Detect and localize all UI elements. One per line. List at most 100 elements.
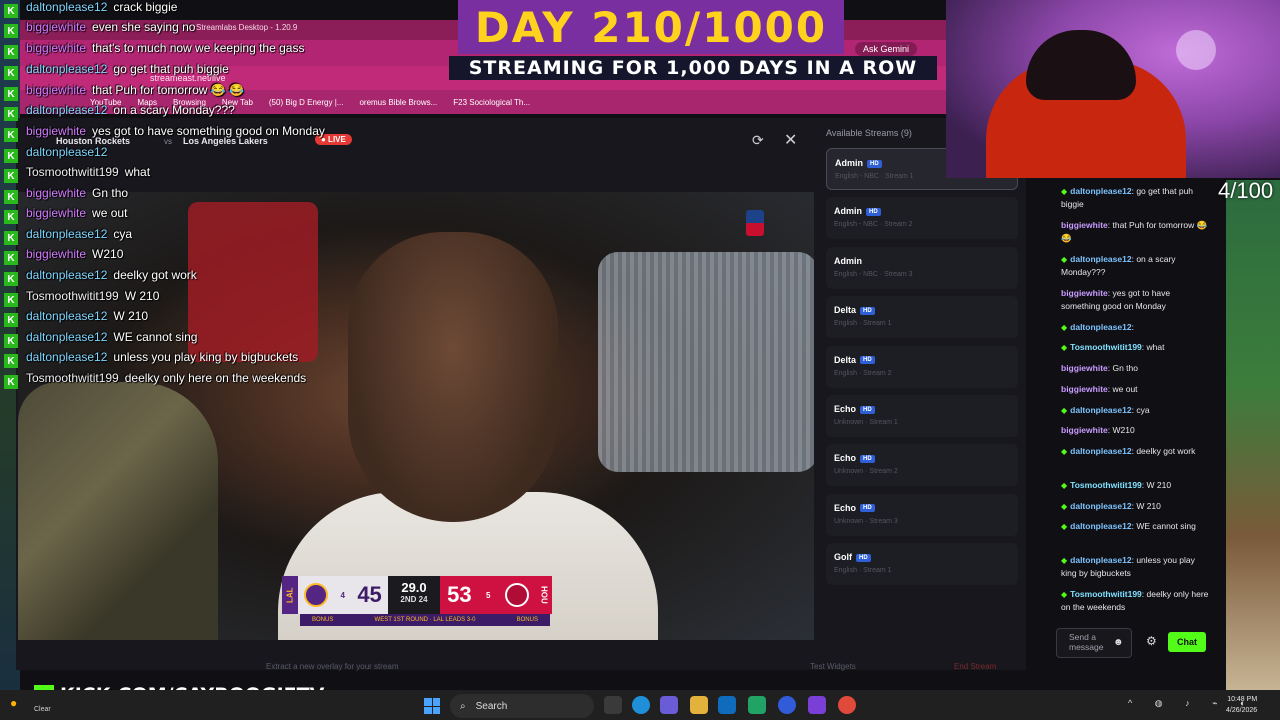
stream-option[interactable]: Echo HD Unknown · Stream 3: [826, 493, 1018, 536]
badge-diamond-icon: ◆: [1061, 590, 1068, 599]
clock-time: 10:48 PM: [1227, 696, 1258, 703]
emote-icon[interactable]: ☻: [1113, 637, 1124, 648]
stream-option-label: Delta: [834, 354, 857, 365]
chat-username[interactable]: biggiewhite: [1061, 288, 1108, 298]
file-explorer-icon[interactable]: [690, 696, 708, 714]
kick-badge-icon: K: [4, 251, 18, 265]
hd-badge: HD: [866, 208, 881, 217]
overlay-chat-text: deelky only here on the weekends: [124, 371, 307, 385]
chrome-icon[interactable]: [838, 696, 856, 714]
chat-text: cya: [1136, 405, 1150, 415]
chat-username[interactable]: biggiewhite: [1061, 425, 1108, 435]
overlay-chat-text: what: [124, 165, 151, 179]
chat-username[interactable]: biggiewhite: [1061, 384, 1108, 394]
chat-message: ◆ daltonplease12: W 210: [1061, 500, 1211, 513]
nba-logo-icon: [746, 210, 764, 236]
copilot-icon[interactable]: [660, 696, 678, 714]
browser-icon[interactable]: [778, 696, 796, 714]
chat-username[interactable]: daltonplease12: [1070, 446, 1131, 456]
overlay-chat-username: daltonplease12: [26, 330, 108, 344]
task-view-icon[interactable]: [604, 696, 622, 714]
test-widgets-button[interactable]: Test Widgets: [810, 662, 856, 671]
overlay-chat-message: Tosmoothwitit199 deelky only here on the …: [26, 371, 306, 385]
chat-username[interactable]: daltonplease12: [1070, 555, 1131, 565]
stream-option[interactable]: Admin English - NBC · Stream 3: [826, 246, 1018, 289]
overlay-chat-username: biggiewhite: [26, 20, 87, 34]
chat-username[interactable]: daltonplease12: [1070, 322, 1131, 332]
chat-username[interactable]: daltonplease12: [1070, 521, 1131, 531]
overlay-chat-text: deelky got work: [113, 268, 197, 282]
series-status: WEST 1ST ROUND · LAL LEADS 3-0: [374, 617, 476, 623]
chat-message: ◆ daltonplease12: deelky got work: [1061, 445, 1211, 458]
overlay-chat-text: that's to much now we keeping the gass: [92, 41, 305, 55]
game-clock: 29.0: [401, 580, 427, 595]
chat-username[interactable]: biggiewhite: [1061, 220, 1108, 230]
chat-username[interactable]: Tosmoothwitit199: [1070, 589, 1142, 599]
streamlabs-bottom-bar: Extract a new overlay for your stream Te…: [16, 660, 1026, 676]
stream-option[interactable]: Echo HD Unknown · Stream 2: [826, 444, 1018, 487]
bookmark-oremus-bible[interactable]: oremus Bible Brows...: [359, 98, 437, 107]
stream-option-subtitle: English · Stream 1: [834, 567, 892, 575]
home-score: 53: [447, 582, 472, 607]
chat-username[interactable]: Tosmoothwitit199: [1070, 480, 1142, 490]
stream-option[interactable]: Admin HD English - NBC · Stream 2: [826, 197, 1018, 240]
stream-option[interactable]: Golf HD English · Stream 1: [826, 543, 1018, 586]
end-stream-button[interactable]: End Stream: [954, 662, 996, 671]
overlay-chat-username: biggiewhite: [26, 186, 87, 200]
active-app-icon[interactable]: [808, 696, 826, 714]
overlay-chat-text: Gn tho: [92, 186, 129, 200]
game-clock-box: 29.0 2ND 24: [388, 576, 440, 614]
kick-badge-icon: K: [4, 334, 18, 348]
store-icon[interactable]: [718, 696, 736, 714]
stream-option-label: Delta: [834, 305, 857, 316]
kick-badge-icon: K: [4, 313, 18, 327]
taskbar-clock[interactable]: 10:48 PM 4/26/2026: [1226, 694, 1257, 716]
badge-diamond-icon: ◆: [1061, 556, 1068, 565]
taskbar-search[interactable]: ⌕ Search: [450, 694, 594, 718]
overlay-chat-message: Tosmoothwitit199 what: [26, 165, 150, 179]
stream-option-subtitle: English · Stream 2: [834, 369, 892, 377]
stream-option[interactable]: Delta HD English · Stream 2: [826, 345, 1018, 388]
bookmark-sociological[interactable]: F23 Sociological Th...: [453, 98, 530, 107]
overlay-chat-username: daltonplease12: [26, 0, 108, 14]
hd-badge: HD: [856, 553, 871, 562]
overlay-chat-text: cya: [113, 227, 133, 241]
overlay-chat-text: even she saying no: [92, 20, 196, 34]
chat-username[interactable]: daltonplease12: [1070, 186, 1131, 196]
windows-start-icon[interactable]: [424, 698, 440, 714]
close-icon[interactable]: ✕: [784, 130, 797, 150]
stream-option-subtitle: Unknown · Stream 3: [834, 517, 898, 525]
chat-message: biggiewhite: that Puh for tomorrow 😂 😂: [1061, 219, 1211, 245]
chat-username[interactable]: daltonplease12: [1070, 501, 1131, 511]
chat-username[interactable]: daltonplease12: [1070, 405, 1131, 415]
chat-message: ◆ daltonplease12:: [1061, 321, 1211, 334]
stream-option-name: Echo HD: [834, 453, 875, 463]
chat-username[interactable]: daltonplease12: [1070, 254, 1131, 264]
webcam-feed: [946, 0, 1280, 178]
stream-option-label: Echo: [834, 453, 857, 464]
chat-message: ◆ daltonplease12: go get that puh biggie: [1061, 185, 1211, 211]
chat-send-button[interactable]: Chat: [1168, 632, 1206, 652]
webcam-streamer-head: [1026, 30, 1136, 100]
gear-icon[interactable]: ⚙: [1146, 634, 1157, 648]
streamlabs-window-title: Streamlabs Desktop - 1.20.9: [196, 23, 298, 32]
bookmark-big-d-energy[interactable]: (50) Big D Energy |...: [269, 98, 344, 107]
stream-option[interactable]: Delta HD English · Stream 1: [826, 296, 1018, 339]
home-timeouts: 5: [486, 590, 491, 600]
stream-option-label: Golf: [834, 552, 852, 563]
overlay-chat-text: on a scary Monday???: [113, 103, 235, 117]
video-player[interactable]: [18, 192, 814, 640]
overlay-chat-message: biggiewhite W210: [26, 247, 123, 261]
home-bonus: BONUS: [516, 617, 538, 623]
edge-icon[interactable]: [632, 696, 650, 714]
weather-icon[interactable]: ●: [10, 696, 17, 710]
chat-username[interactable]: biggiewhite: [1061, 363, 1108, 373]
streamlabs-icon[interactable]: [748, 696, 766, 714]
stream-option[interactable]: Echo HD Unknown · Stream 1: [826, 395, 1018, 437]
chat-username[interactable]: Tosmoothwitit199: [1070, 342, 1142, 352]
refresh-icon[interactable]: ⟳: [752, 132, 764, 149]
stream-option-label: Echo: [834, 404, 857, 414]
kick-badge-icon: K: [4, 24, 18, 38]
ask-gemini-button[interactable]: Ask Gemini: [855, 42, 918, 56]
weather-label[interactable]: Clear: [34, 706, 51, 713]
